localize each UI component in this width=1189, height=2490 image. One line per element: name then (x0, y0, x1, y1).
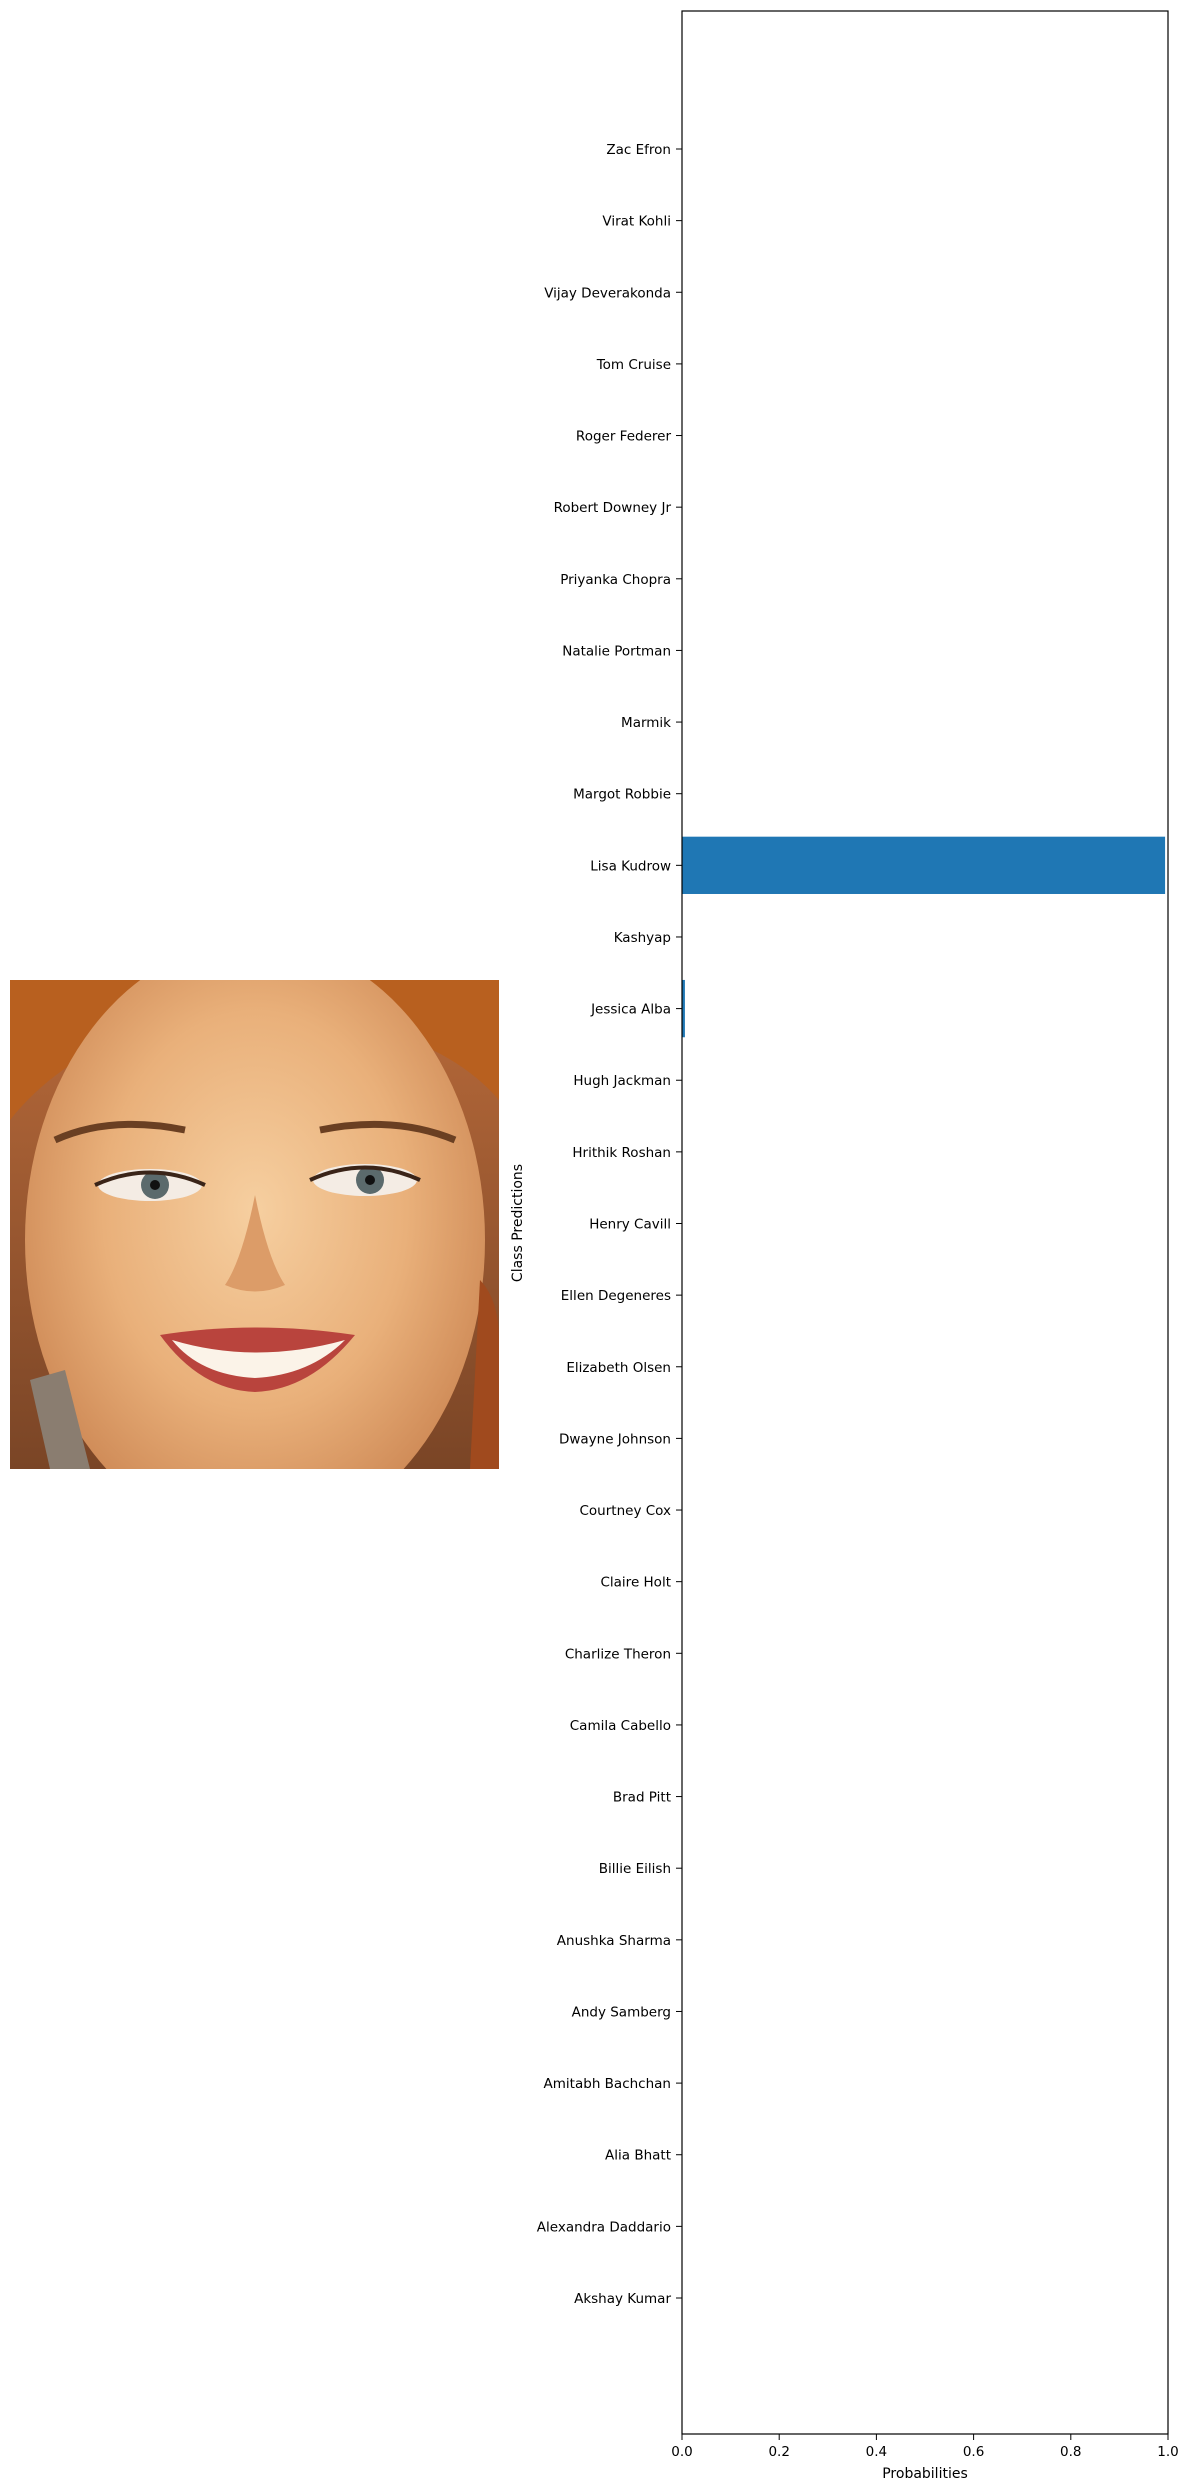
y-tick-label-camila-cabello: Camila Cabello (570, 1718, 671, 1734)
y-tick-label-lisa-kudrow: Lisa Kudrow (590, 858, 671, 874)
class-predictions-chart: Akshay Kumar Alexandra Daddario Alia Bhatt… (510, 10, 1179, 2482)
y-tick-label-robert-downey-jr: Robert Downey Jr (554, 500, 672, 516)
y-tick-label-anushka-sharma: Anushka Sharma (557, 1933, 671, 1949)
y-tick-label-charlize-theron: Charlize Theron (565, 1646, 671, 1662)
y-tick-label-natalie-portman: Natalie Portman (562, 643, 671, 659)
y-tick-label-andy-samberg: Andy Samberg (572, 2004, 671, 2020)
y-tick-label-priyanka-chopra: Priyanka Chopra (560, 572, 671, 588)
y-tick-label-margot-robbie: Margot Robbie (573, 787, 671, 803)
y-tick-label-hugh-jackman: Hugh Jackman (573, 1073, 671, 1089)
bar-lisa-kudrow (682, 836, 1166, 894)
y-tick-label-amitabh-bachchan: Amitabh Bachchan (544, 2076, 671, 2092)
y-tick-label-alexandra-daddario: Alexandra Daddario (537, 2219, 671, 2235)
x-tick-label-0: 0.0 (671, 2444, 692, 2460)
y-tick-label-henry-cavill: Henry Cavill (589, 1217, 671, 1233)
y-tick-label-vijay-deverakonda: Vijay Deverakonda (544, 285, 671, 301)
y-tick-label-claire-holt: Claire Holt (600, 1575, 671, 1591)
y-tick-label-virat-kohli: Virat Kohli (602, 214, 671, 230)
y-tick-label-billie-eilish: Billie Eilish (599, 1861, 671, 1877)
y-axis-label: Class Predictions (510, 1164, 526, 1282)
x-tick-label-4: 0.8 (1060, 2444, 1081, 2460)
y-tick-label-alia-bhatt: Alia Bhatt (605, 2148, 671, 2164)
x-tick-label-5: 1.0 (1157, 2444, 1178, 2460)
x-tick-label-2: 0.4 (866, 2444, 887, 2460)
x-tick-label-1: 0.2 (768, 2444, 789, 2460)
y-tick-label-ellen-degeneres: Ellen Degeneres (561, 1288, 671, 1304)
y-tick-label-roger-federer: Roger Federer (576, 429, 672, 445)
y-tick-label-akshay-kumar: Akshay Kumar (574, 2291, 671, 2307)
y-tick-label-kashyap: Kashyap (614, 930, 671, 946)
y-tick-label-jessica-alba: Jessica Alba (590, 1002, 671, 1018)
y-tick-label-hrithik-roshan: Hrithik Roshan (572, 1145, 671, 1161)
y-tick-label-tom-cruise: Tom Cruise (596, 357, 671, 373)
y-tick-label-marmik: Marmik (621, 715, 671, 731)
y-tick-label-courtney-cox: Courtney Cox (580, 1503, 672, 1519)
y-tick-label-dwayne-johnson: Dwayne Johnson (559, 1431, 671, 1447)
y-tick-label-brad-pitt: Brad Pitt (613, 1790, 671, 1806)
plot-frame (681, 10, 1169, 2435)
y-tick-label-elizabeth-olsen: Elizabeth Olsen (566, 1360, 671, 1376)
x-tick-label-3: 0.6 (963, 2444, 984, 2460)
y-tick-label-zac-efron: Zac Efron (606, 142, 671, 158)
x-axis-label: Probabilities (882, 2466, 968, 2482)
